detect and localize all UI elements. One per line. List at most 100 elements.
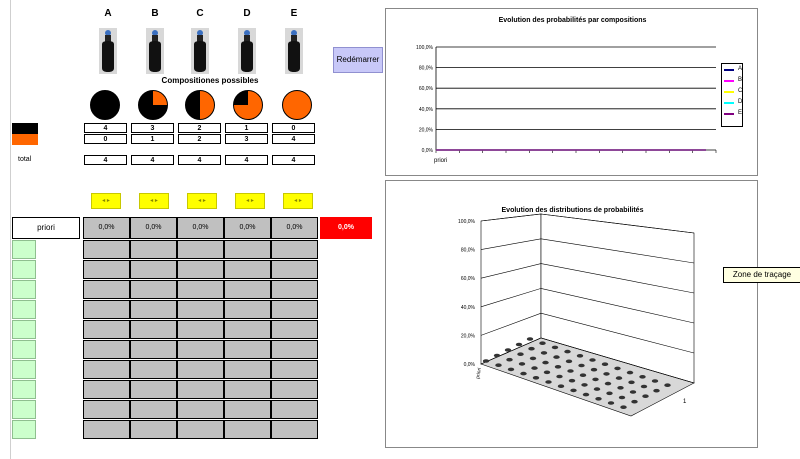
grid-cell (271, 400, 318, 419)
compositions-subtitle: Compositiones possibles (161, 76, 259, 85)
floor-bar-marker (493, 353, 501, 358)
green-input-cell[interactable] (12, 300, 36, 319)
legend-swatch (724, 80, 734, 82)
floor-bar-marker (651, 379, 659, 383)
prior-label-cell[interactable]: priori (12, 217, 80, 239)
green-input-cell[interactable] (12, 380, 36, 399)
grid-cell (177, 320, 224, 339)
grid-cell (177, 340, 224, 359)
orange-counts-cell[interactable]: 2 (178, 134, 221, 144)
orange-counts-cell[interactable]: 1 (131, 134, 174, 144)
floor-bar-marker (620, 405, 627, 409)
green-input-cell[interactable] (12, 240, 36, 259)
grid-cell (224, 340, 271, 359)
bottle-icon (285, 28, 303, 74)
line-chart-legend[interactable]: ABCDE (721, 63, 743, 127)
floor-bar-marker (545, 380, 552, 384)
green-input-cell[interactable] (12, 280, 36, 299)
grid-cell (83, 380, 130, 399)
floor-bar-marker (595, 397, 602, 401)
grid-cell (224, 260, 271, 279)
floor-bar-marker (554, 365, 562, 369)
green-input-cell[interactable] (12, 320, 36, 339)
green-input-cell[interactable] (12, 260, 36, 279)
y-tick-label: 80,0% (419, 66, 434, 72)
floor-bar-marker (640, 384, 648, 389)
grid-cell (271, 280, 318, 299)
3d-chart-panel[interactable]: Evolution des distributions de probabili… (385, 180, 758, 448)
floor-bar-marker (568, 378, 576, 383)
black-counts-cell[interactable]: 4 (84, 123, 127, 133)
green-input-cell[interactable] (12, 400, 36, 419)
composition-pie-icon (185, 90, 215, 120)
floor-bar-marker (540, 351, 548, 355)
spin-button[interactable]: ◂ ▸ (139, 193, 169, 209)
spin-button[interactable]: ◂ ▸ (187, 193, 217, 209)
green-input-cell[interactable] (12, 360, 36, 379)
totals-cell[interactable]: 4 (178, 155, 221, 165)
floor-bar-marker (543, 370, 551, 375)
y-tick-label: 0,0% (422, 148, 434, 154)
depth-axis-label: 1 (683, 399, 687, 405)
grid-cell (130, 280, 177, 299)
line-chart-panel[interactable]: Evolution des probabilités par compositi… (385, 8, 758, 176)
floor-bar-marker (607, 401, 615, 405)
floor-bar-marker (556, 374, 563, 379)
grid-cell (83, 320, 130, 339)
floor-bar-marker (539, 341, 546, 345)
totals-cell[interactable]: 4 (131, 155, 174, 165)
floor-bar-marker (582, 392, 590, 397)
grid-cell (130, 300, 177, 319)
y-tick-label: 0,0% (464, 362, 476, 368)
x-axis-label: priori (475, 367, 483, 379)
legend-label: E (738, 110, 743, 116)
grid-cell (224, 280, 271, 299)
legend-label: D (738, 99, 743, 105)
black-counts-cell[interactable]: 2 (178, 123, 221, 133)
grid-cell (83, 240, 130, 259)
floor-bar-marker (628, 380, 635, 385)
floor-bar-marker (618, 395, 626, 400)
spin-button[interactable]: ◂ ▸ (91, 193, 121, 209)
legend-label: C (738, 88, 743, 94)
bottle-icon (238, 28, 256, 74)
floor-bar-marker (593, 387, 601, 391)
grid-cell (177, 240, 224, 259)
spin-button[interactable]: ◂ ▸ (283, 193, 313, 209)
legend-label: A (738, 66, 743, 72)
floor-bar-marker (579, 373, 587, 377)
floor-bar-marker (578, 363, 585, 368)
floor-bar-marker (592, 377, 599, 382)
green-input-cell[interactable] (12, 420, 36, 439)
restart-button[interactable]: Redémarrer (333, 47, 383, 73)
y-tick-label: 60,0% (461, 276, 476, 282)
orange-counts-cell[interactable]: 3 (225, 134, 268, 144)
orange-counts-cell[interactable]: 0 (84, 134, 127, 144)
grid-cell (271, 260, 318, 279)
prior-value-cell: 0,0% (224, 217, 271, 239)
grid-cell (83, 260, 130, 279)
bottle-icon (191, 28, 209, 74)
y-tick-label: 60,0% (419, 86, 434, 92)
legend-swatch (724, 69, 734, 71)
grid-cell (130, 400, 177, 419)
column-header-b: B (151, 8, 159, 19)
floor-bar-marker (532, 376, 540, 380)
totals-cell[interactable]: 4 (272, 155, 315, 165)
black-swatch (12, 123, 38, 134)
grid-cell (271, 240, 318, 259)
composition-pie-icon (138, 90, 168, 120)
black-counts-cell[interactable]: 3 (131, 123, 174, 133)
grid-cell (177, 300, 224, 319)
green-input-cell[interactable] (12, 340, 36, 359)
bottle-icon (99, 28, 117, 74)
orange-counts-cell[interactable]: 4 (272, 134, 315, 144)
floor-bar-marker (507, 367, 515, 372)
grid-cell (177, 380, 224, 399)
spin-button[interactable]: ◂ ▸ (235, 193, 265, 209)
totals-cell[interactable]: 4 (84, 155, 127, 165)
totals-cell[interactable]: 4 (225, 155, 268, 165)
floor-bar-marker (664, 383, 671, 387)
black-counts-cell[interactable]: 1 (225, 123, 268, 133)
black-counts-cell[interactable]: 0 (272, 123, 315, 133)
